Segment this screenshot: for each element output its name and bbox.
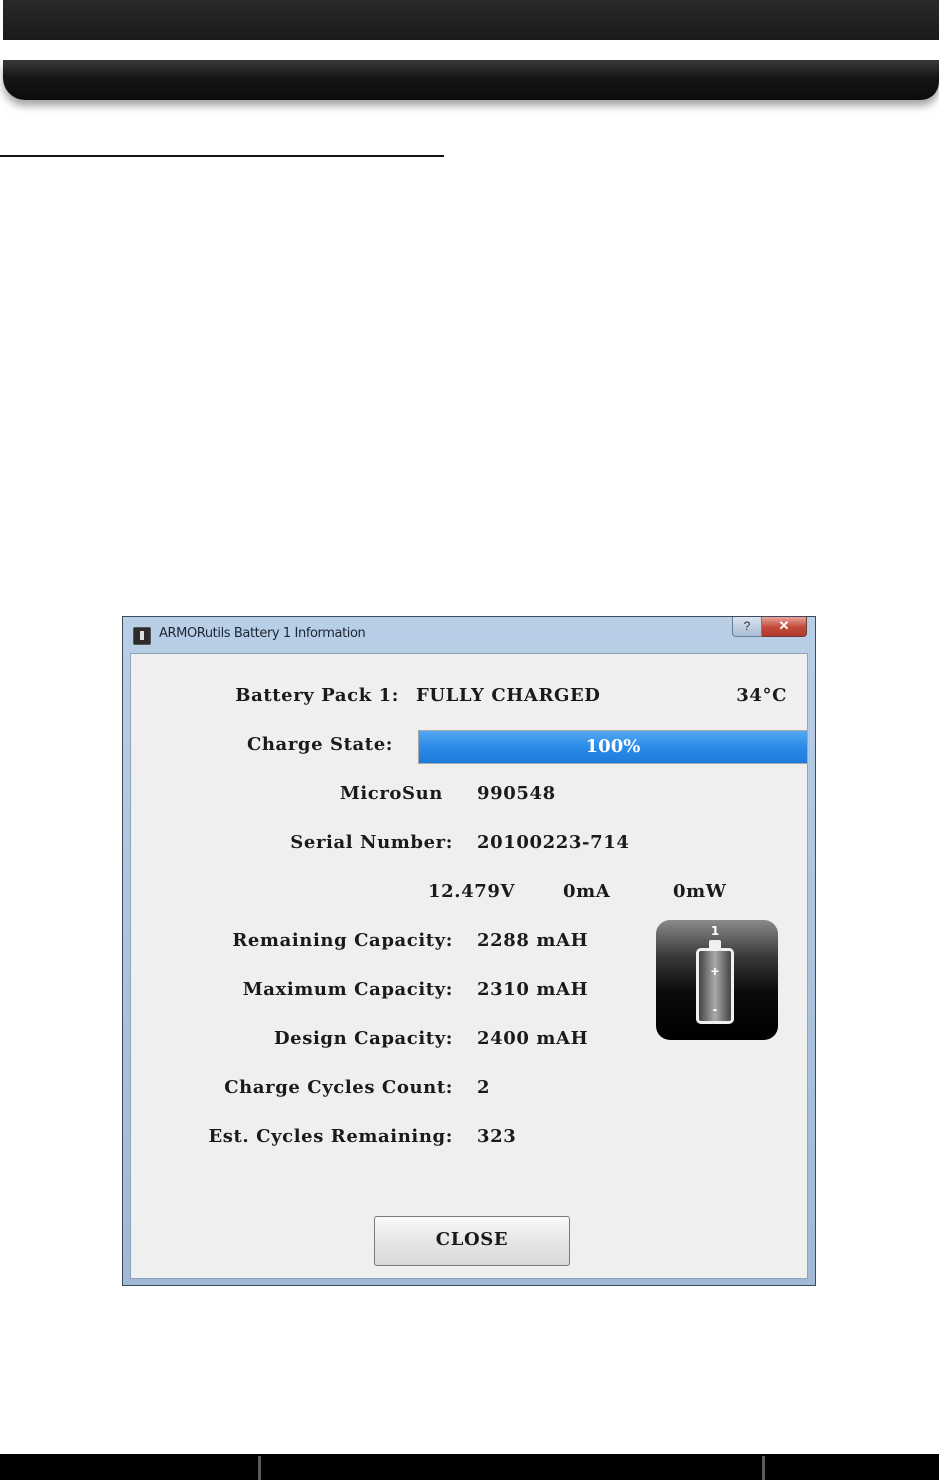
footer-divider-right [762, 1456, 765, 1480]
battery-status: FULLY CHARGED [416, 685, 601, 706]
battery-icon-body: + - [696, 948, 734, 1024]
manufacturer-code: 990548 [477, 783, 556, 804]
footer-divider-left [258, 1456, 261, 1480]
charge-progress-text: 100% [585, 736, 641, 757]
section-rule [0, 155, 444, 157]
battery-info-dialog: ARMORutils Battery 1 Information ? ✕ Bat… [122, 616, 816, 1286]
close-button[interactable]: CLOSE [374, 1216, 570, 1266]
header-bar-top [3, 0, 939, 40]
power-value: 0mW [673, 881, 727, 902]
header-band [3, 60, 939, 100]
maximum-capacity-label: Maximum Capacity: [242, 979, 453, 1000]
current-value: 0mA [563, 881, 611, 902]
battery-plus-icon: + [710, 963, 720, 979]
battery-pack-label: Battery Pack 1: [235, 685, 399, 706]
charge-cycles-value: 2 [477, 1077, 491, 1098]
window-close-button[interactable]: ✕ [762, 617, 807, 637]
battery-minus-icon: - [712, 1001, 718, 1017]
battery-icon-cap [709, 940, 721, 948]
battery-icon-number: 1 [710, 924, 720, 938]
design-capacity-value: 2400 mAH [477, 1028, 589, 1049]
window-title: ARMORutils Battery 1 Information [159, 626, 366, 641]
dialog-client-area: Battery Pack 1: FULLY CHARGED 34°C Charg… [130, 653, 808, 1279]
serial-number-label: Serial Number: [290, 832, 453, 853]
title-bar-buttons: ? ✕ [732, 617, 807, 637]
charge-cycles-label: Charge Cycles Count: [224, 1077, 453, 1098]
serial-number-value: 20100223-714 [477, 832, 630, 853]
manufacturer-label: MicroSun [339, 783, 443, 804]
charge-progress-bar: 100% [418, 730, 808, 764]
remaining-capacity-value: 2288 mAH [477, 930, 589, 951]
charge-state-label: Charge State: [246, 734, 393, 755]
design-capacity-label: Design Capacity: [273, 1028, 453, 1049]
remaining-capacity-label: Remaining Capacity: [232, 930, 453, 951]
title-bar[interactable]: ARMORutils Battery 1 Information ? ✕ [123, 617, 815, 653]
help-button[interactable]: ? [732, 617, 762, 637]
battery-temperature: 34°C [736, 685, 787, 706]
est-cycles-label: Est. Cycles Remaining: [208, 1126, 453, 1147]
battery-icon: 1 + - [656, 920, 778, 1040]
maximum-capacity-value: 2310 mAH [477, 979, 589, 1000]
voltage-value: 12.479V [428, 881, 516, 902]
footer-bar [0, 1454, 939, 1480]
app-icon [133, 627, 151, 645]
est-cycles-value: 323 [477, 1126, 517, 1147]
